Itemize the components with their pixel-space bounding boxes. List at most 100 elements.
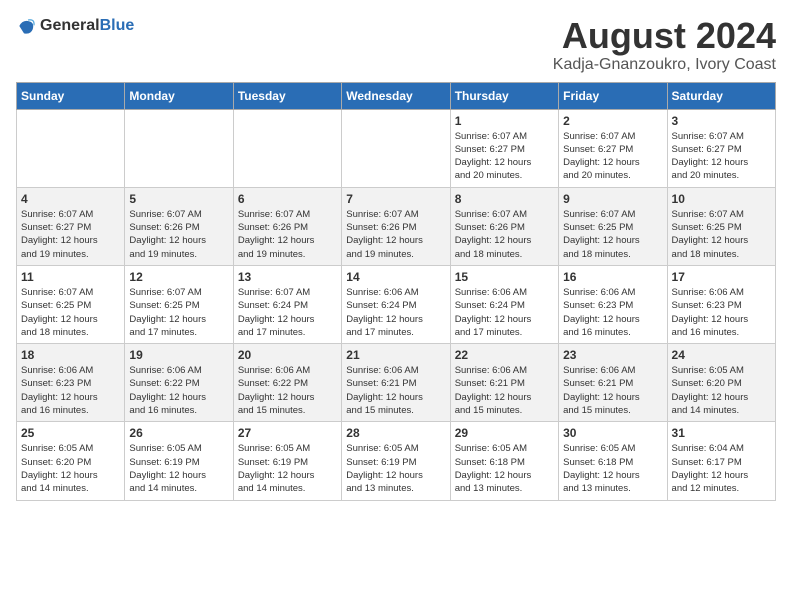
calendar-cell: 8 Sunrise: 6:07 AM Sunset: 6:26 PM Daylig… bbox=[450, 187, 558, 265]
day-header-tuesday: Tuesday bbox=[233, 82, 341, 109]
day-number: 29 bbox=[455, 426, 554, 440]
day-number: 18 bbox=[21, 348, 120, 362]
day-number: 16 bbox=[563, 270, 662, 284]
day-info: Sunrise: 6:06 AM Sunset: 6:22 PM Dayligh… bbox=[238, 364, 337, 417]
day-number: 22 bbox=[455, 348, 554, 362]
title-area: August 2024 Kadja-Gnanzoukro, Ivory Coas… bbox=[553, 16, 776, 74]
day-info: Sunrise: 6:07 AM Sunset: 6:24 PM Dayligh… bbox=[238, 286, 337, 339]
week-row-3: 11Sunrise: 6:07 AM Sunset: 6:25 PM Dayli… bbox=[17, 265, 776, 343]
calendar-cell: 6 Sunrise: 6:07 AM Sunset: 6:26 PM Daylig… bbox=[233, 187, 341, 265]
day-info: Sunrise: 6:05 AM Sunset: 6:19 PM Dayligh… bbox=[238, 442, 337, 495]
calendar-cell bbox=[233, 109, 341, 187]
day-header-friday: Friday bbox=[559, 82, 667, 109]
day-info: Sunrise: 6:05 AM Sunset: 6:20 PM Dayligh… bbox=[21, 442, 120, 495]
day-number: 5 bbox=[129, 192, 228, 206]
day-info: Sunrise: 6:06 AM Sunset: 6:23 PM Dayligh… bbox=[21, 364, 120, 417]
day-number: 7 bbox=[346, 192, 445, 206]
week-row-1: 1 Sunrise: 6:07 AM Sunset: 6:27 PM Daylig… bbox=[17, 109, 776, 187]
day-info: Sunrise: 6:07 AM Sunset: 6:26 PM Dayligh… bbox=[238, 208, 337, 261]
logo-icon bbox=[16, 16, 36, 36]
day-header-saturday: Saturday bbox=[667, 82, 775, 109]
day-info: Sunrise: 6:05 AM Sunset: 6:19 PM Dayligh… bbox=[129, 442, 228, 495]
day-number: 13 bbox=[238, 270, 337, 284]
day-info: Sunrise: 6:06 AM Sunset: 6:24 PM Dayligh… bbox=[455, 286, 554, 339]
day-number: 31 bbox=[672, 426, 771, 440]
calendar-cell: 3 Sunrise: 6:07 AM Sunset: 6:27 PM Daylig… bbox=[667, 109, 775, 187]
day-number: 28 bbox=[346, 426, 445, 440]
day-info: Sunrise: 6:07 AM Sunset: 6:27 PM Dayligh… bbox=[672, 130, 771, 183]
header: GeneralBlue August 2024 Kadja-Gnanzoukro… bbox=[16, 16, 776, 74]
week-row-2: 4 Sunrise: 6:07 AM Sunset: 6:27 PM Daylig… bbox=[17, 187, 776, 265]
day-number: 9 bbox=[563, 192, 662, 206]
calendar-cell: 9 Sunrise: 6:07 AM Sunset: 6:25 PM Daylig… bbox=[559, 187, 667, 265]
day-header-wednesday: Wednesday bbox=[342, 82, 450, 109]
week-row-5: 25 Sunrise: 6:05 AM Sunset: 6:20 PM Dayli… bbox=[17, 422, 776, 500]
calendar-cell: 28 Sunrise: 6:05 AM Sunset: 6:19 PM Dayli… bbox=[342, 422, 450, 500]
calendar-cell: 25 Sunrise: 6:05 AM Sunset: 6:20 PM Dayli… bbox=[17, 422, 125, 500]
day-number: 12 bbox=[129, 270, 228, 284]
calendar-cell: 1 Sunrise: 6:07 AM Sunset: 6:27 PM Daylig… bbox=[450, 109, 558, 187]
logo: GeneralBlue bbox=[16, 16, 134, 36]
calendar-cell: 12 Sunrise: 6:07 AM Sunset: 6:25 PM Dayli… bbox=[125, 265, 233, 343]
calendar-cell: 31 Sunrise: 6:04 AM Sunset: 6:17 PM Dayli… bbox=[667, 422, 775, 500]
main-title: August 2024 bbox=[553, 16, 776, 56]
day-number: 2 bbox=[563, 114, 662, 128]
day-info: Sunrise: 6:05 AM Sunset: 6:18 PM Dayligh… bbox=[563, 442, 662, 495]
calendar-cell: 15Sunrise: 6:06 AM Sunset: 6:24 PM Dayli… bbox=[450, 265, 558, 343]
week-row-4: 18 Sunrise: 6:06 AM Sunset: 6:23 PM Dayli… bbox=[17, 344, 776, 422]
day-info: Sunrise: 6:04 AM Sunset: 6:17 PM Dayligh… bbox=[672, 442, 771, 495]
day-number: 27 bbox=[238, 426, 337, 440]
day-info: Sunrise: 6:06 AM Sunset: 6:23 PM Dayligh… bbox=[563, 286, 662, 339]
calendar-cell: 18 Sunrise: 6:06 AM Sunset: 6:23 PM Dayli… bbox=[17, 344, 125, 422]
calendar-cell: 27 Sunrise: 6:05 AM Sunset: 6:19 PM Dayli… bbox=[233, 422, 341, 500]
day-info: Sunrise: 6:07 AM Sunset: 6:26 PM Dayligh… bbox=[129, 208, 228, 261]
calendar-cell: 29Sunrise: 6:05 AM Sunset: 6:18 PM Dayli… bbox=[450, 422, 558, 500]
calendar-cell: 14 Sunrise: 6:06 AM Sunset: 6:24 PM Dayli… bbox=[342, 265, 450, 343]
calendar-cell: 30 Sunrise: 6:05 AM Sunset: 6:18 PM Dayli… bbox=[559, 422, 667, 500]
calendar-cell: 19Sunrise: 6:06 AM Sunset: 6:22 PM Dayli… bbox=[125, 344, 233, 422]
day-number: 21 bbox=[346, 348, 445, 362]
day-number: 8 bbox=[455, 192, 554, 206]
day-info: Sunrise: 6:07 AM Sunset: 6:26 PM Dayligh… bbox=[455, 208, 554, 261]
day-info: Sunrise: 6:07 AM Sunset: 6:25 PM Dayligh… bbox=[129, 286, 228, 339]
day-number: 17 bbox=[672, 270, 771, 284]
day-number: 24 bbox=[672, 348, 771, 362]
calendar-cell: 13 Sunrise: 6:07 AM Sunset: 6:24 PM Dayli… bbox=[233, 265, 341, 343]
day-info: Sunrise: 6:06 AM Sunset: 6:24 PM Dayligh… bbox=[346, 286, 445, 339]
day-number: 19 bbox=[129, 348, 228, 362]
day-info: Sunrise: 6:07 AM Sunset: 6:27 PM Dayligh… bbox=[21, 208, 120, 261]
subtitle: Kadja-Gnanzoukro, Ivory Coast bbox=[553, 56, 776, 74]
day-info: Sunrise: 6:07 AM Sunset: 6:25 PM Dayligh… bbox=[563, 208, 662, 261]
day-info: Sunrise: 6:05 AM Sunset: 6:19 PM Dayligh… bbox=[346, 442, 445, 495]
calendar-cell: 4 Sunrise: 6:07 AM Sunset: 6:27 PM Daylig… bbox=[17, 187, 125, 265]
calendar-cell: 22 Sunrise: 6:06 AM Sunset: 6:21 PM Dayli… bbox=[450, 344, 558, 422]
calendar-cell: 17Sunrise: 6:06 AM Sunset: 6:23 PM Dayli… bbox=[667, 265, 775, 343]
calendar-cell: 24 Sunrise: 6:05 AM Sunset: 6:20 PM Dayli… bbox=[667, 344, 775, 422]
day-info: Sunrise: 6:07 AM Sunset: 6:27 PM Dayligh… bbox=[563, 130, 662, 183]
day-info: Sunrise: 6:06 AM Sunset: 6:21 PM Dayligh… bbox=[455, 364, 554, 417]
calendar-cell: 5 Sunrise: 6:07 AM Sunset: 6:26 PM Daylig… bbox=[125, 187, 233, 265]
logo-text: GeneralBlue bbox=[40, 17, 134, 35]
calendar-cell: 20Sunrise: 6:06 AM Sunset: 6:22 PM Dayli… bbox=[233, 344, 341, 422]
calendar-cell: 11Sunrise: 6:07 AM Sunset: 6:25 PM Dayli… bbox=[17, 265, 125, 343]
day-number: 6 bbox=[238, 192, 337, 206]
day-number: 4 bbox=[21, 192, 120, 206]
calendar-cell: 21 Sunrise: 6:06 AM Sunset: 6:21 PM Dayli… bbox=[342, 344, 450, 422]
day-info: Sunrise: 6:07 AM Sunset: 6:27 PM Dayligh… bbox=[455, 130, 554, 183]
day-info: Sunrise: 6:07 AM Sunset: 6:25 PM Dayligh… bbox=[21, 286, 120, 339]
day-info: Sunrise: 6:06 AM Sunset: 6:21 PM Dayligh… bbox=[563, 364, 662, 417]
calendar-cell: 2 Sunrise: 6:07 AM Sunset: 6:27 PM Daylig… bbox=[559, 109, 667, 187]
day-info: Sunrise: 6:07 AM Sunset: 6:25 PM Dayligh… bbox=[672, 208, 771, 261]
day-header-monday: Monday bbox=[125, 82, 233, 109]
day-number: 25 bbox=[21, 426, 120, 440]
day-info: Sunrise: 6:06 AM Sunset: 6:21 PM Dayligh… bbox=[346, 364, 445, 417]
days-header-row: SundayMondayTuesdayWednesdayThursdayFrid… bbox=[17, 82, 776, 109]
day-number: 14 bbox=[346, 270, 445, 284]
day-info: Sunrise: 6:05 AM Sunset: 6:20 PM Dayligh… bbox=[672, 364, 771, 417]
day-number: 30 bbox=[563, 426, 662, 440]
day-number: 3 bbox=[672, 114, 771, 128]
day-number: 1 bbox=[455, 114, 554, 128]
calendar-cell: 7Sunrise: 6:07 AM Sunset: 6:26 PM Daylig… bbox=[342, 187, 450, 265]
calendar-cell bbox=[125, 109, 233, 187]
calendar-cell: 10Sunrise: 6:07 AM Sunset: 6:25 PM Dayli… bbox=[667, 187, 775, 265]
